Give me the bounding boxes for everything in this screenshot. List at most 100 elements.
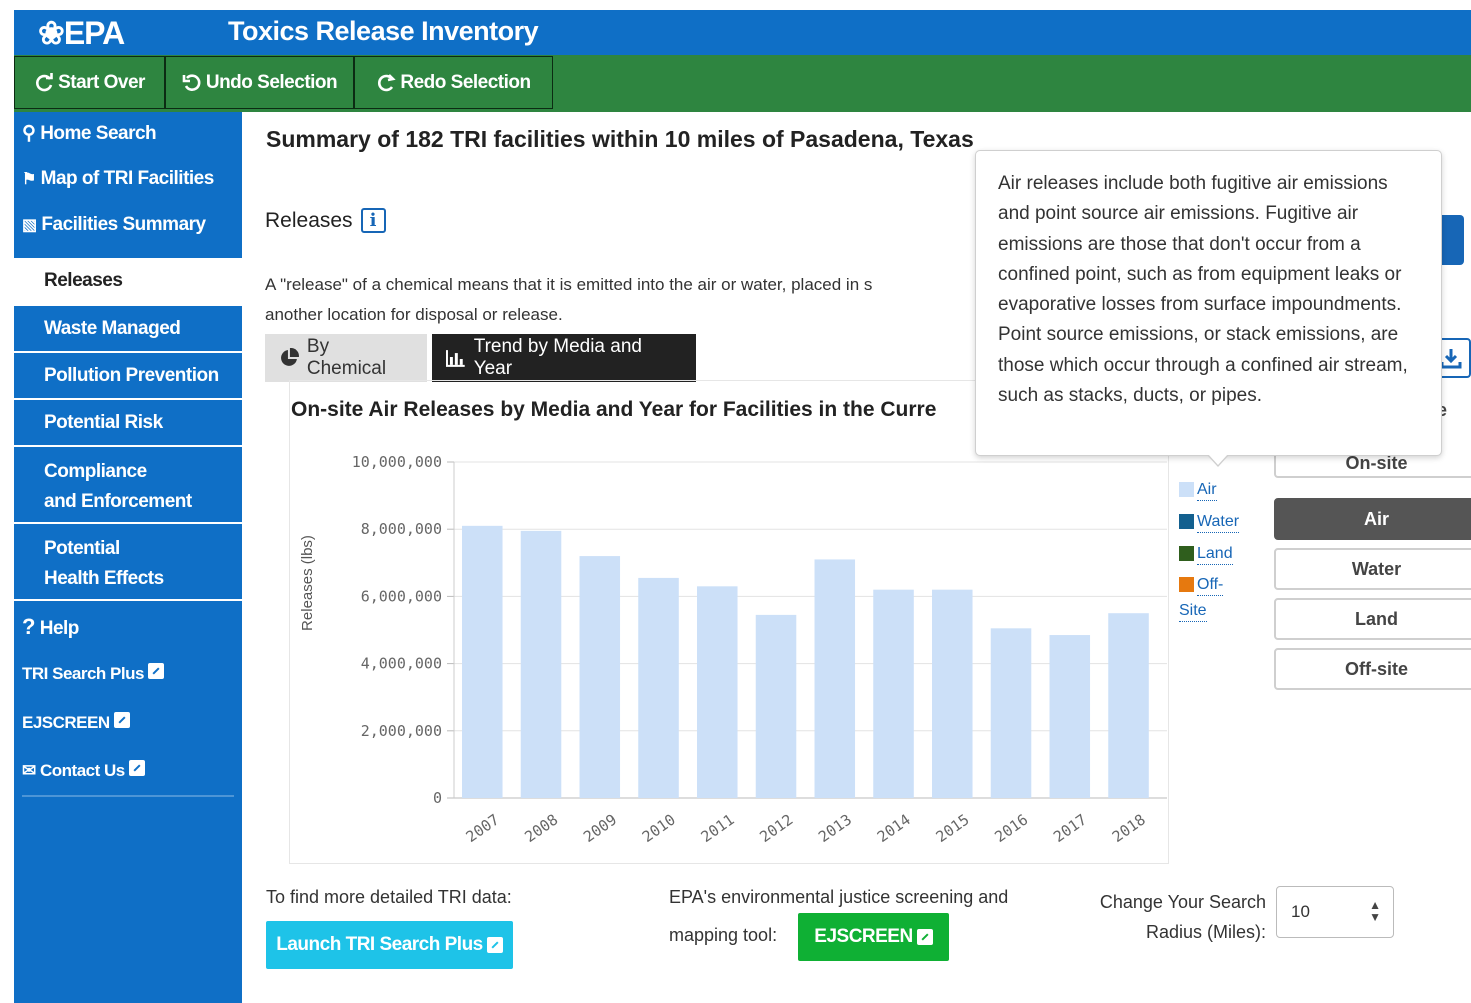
undo-label: Undo Selection <box>205 71 338 93</box>
app-frame: ❀EPA Toxics Release Inventory Start Over… <box>14 10 1471 1003</box>
sidebar-item-compliance[interactable]: Compliance and Enforcement <box>14 447 242 524</box>
number-spinner-icon[interactable]: ▲ ▼ <box>1369 899 1381 923</box>
refresh-icon <box>36 72 53 91</box>
y-tick-label: 10,000,000 <box>352 453 442 471</box>
water-button[interactable]: Water <box>1274 548 1471 590</box>
onsite-label: On-site <box>1345 453 1408 473</box>
redo-label: Redo Selection <box>400 71 531 93</box>
main-content: Summary of 182 TRI facilities within 10 … <box>242 112 1471 1003</box>
contact-label: Contact Us <box>39 761 125 780</box>
sidebar-item-releases[interactable]: Releases <box>14 258 242 306</box>
land-button[interactable]: Land <box>1274 598 1471 640</box>
toolbar: Start Over Undo Selection Redo Selection <box>14 55 1471 112</box>
legend-item-land[interactable]: Land <box>1179 544 1233 565</box>
top-header: ❀EPA Toxics Release Inventory <box>14 10 1471 55</box>
legend-item-offsite-2[interactable]: Site <box>1179 601 1207 622</box>
offsite-button[interactable]: Off-site <box>1274 648 1471 690</box>
air-label: Air <box>1363 508 1389 529</box>
epa-logo[interactable]: ❀EPA <box>38 14 125 52</box>
undo-selection-button[interactable]: Undo Selection <box>165 56 354 109</box>
legend-item-air[interactable]: Air <box>1179 480 1217 501</box>
bar-2018[interactable] <box>1108 613 1149 798</box>
x-tick-label: 2016 <box>991 811 1031 846</box>
bar-2008[interactable] <box>520 530 562 798</box>
external-link-icon <box>916 929 933 945</box>
y-tick-label: 2,000,000 <box>361 722 442 740</box>
x-tick-label: 2013 <box>815 811 855 846</box>
legend-swatch-offsite <box>1179 577 1194 592</box>
bar-2010[interactable] <box>638 577 679 798</box>
bar-2012[interactable] <box>755 614 797 798</box>
sidebar-item-health-effects[interactable]: Potential Health Effects <box>14 524 242 601</box>
launch-tri-search-plus-button[interactable]: Launch TRI Search Plus <box>266 921 513 969</box>
bar-2009[interactable] <box>579 556 621 798</box>
ejscreen-label: EJSCREEN <box>22 713 110 732</box>
y-tick-label: 8,000,000 <box>361 520 442 538</box>
y-tick-label: 0 <box>433 789 442 807</box>
sidebar-contact-us[interactable]: ✉ Contact Us <box>14 760 242 781</box>
pollution-prevention-label: Pollution Prevention <box>44 365 219 386</box>
sidebar-home-search[interactable]: ⚲ Home Search <box>14 122 242 145</box>
legend-swatch-water <box>1179 514 1194 529</box>
map-label: Map of TRI Facilities <box>40 168 215 189</box>
y-axis-label: Releases (lbs) <box>299 535 316 631</box>
sidebar-item-potential-risk[interactable]: Potential Risk <box>14 400 242 447</box>
bar-2017[interactable] <box>1049 635 1091 798</box>
x-tick-label: 2009 <box>580 811 620 846</box>
legend-label-land: Land <box>1197 544 1233 565</box>
search-radius-input[interactable]: 10 ▲ ▼ <box>1276 886 1394 938</box>
sidebar-item-pollution-prevention[interactable]: Pollution Prevention <box>14 353 242 400</box>
radius-value: 10 <box>1291 902 1310 921</box>
bar-2013[interactable] <box>814 559 856 798</box>
x-tick-label: 2015 <box>933 811 973 846</box>
radius-label-1: Change Your Search <box>1099 892 1266 912</box>
chart-title: On-site Air Releases by Media and Year f… <box>291 398 937 421</box>
ejscreen-button[interactable]: EJSCREEN <box>798 913 949 961</box>
start-over-label: Start Over <box>58 71 145 93</box>
x-tick-label: 2014 <box>874 811 914 846</box>
start-over-button[interactable]: Start Over <box>14 56 165 109</box>
sidebar-divider <box>22 795 234 797</box>
envelope-icon: ✉ <box>22 761 36 780</box>
external-link-icon <box>148 663 165 679</box>
bar-2016[interactable] <box>990 628 1032 798</box>
search-icon: ⚲ <box>22 123 36 144</box>
sidebar-tri-search-plus[interactable]: TRI Search Plus <box>14 663 242 684</box>
sidebar-help[interactable]: ? Help <box>14 614 242 640</box>
radius-label: Change Your Search Radius (Miles): <box>1091 887 1266 947</box>
legend-item-water[interactable]: Water <box>1179 512 1240 533</box>
undo-icon <box>182 73 201 91</box>
tooltip-arrow-fill <box>1208 454 1228 465</box>
sidebar-ejscreen[interactable]: EJSCREEN <box>14 712 242 733</box>
x-tick-label: 2017 <box>1050 811 1090 846</box>
releases-label: Releases <box>44 270 123 291</box>
map-icon: ⚑ <box>22 171 36 188</box>
legend-swatch-land <box>1179 546 1194 561</box>
potential-risk-label: Potential Risk <box>44 412 163 433</box>
facilities-summary-label: Facilities Summary <box>41 214 206 235</box>
external-link-icon <box>128 760 145 776</box>
health-label-1: Potential <box>44 538 120 559</box>
sidebar-item-waste-managed[interactable]: Waste Managed <box>14 306 242 353</box>
bar-2007[interactable] <box>462 525 503 798</box>
water-label: Water <box>1351 558 1402 579</box>
ej-text-1: EPA's environmental justice screening an… <box>669 887 1009 907</box>
x-tick-label: 2008 <box>521 811 561 846</box>
external-link-icon <box>486 937 503 953</box>
sidebar-map[interactable]: ⚑ Map of TRI Facilities <box>14 168 242 190</box>
bar-2014[interactable] <box>873 589 914 798</box>
legend-label-air: Air <box>1197 480 1217 501</box>
compliance-label-1: Compliance <box>44 461 147 482</box>
redo-selection-button[interactable]: Redo Selection <box>354 56 553 109</box>
x-tick-label: 2007 <box>463 811 503 846</box>
x-tick-label: 2011 <box>698 811 738 846</box>
sidebar-facilities-summary[interactable]: ▧ Facilities Summary <box>14 214 242 236</box>
air-button[interactable]: Air <box>1274 498 1471 540</box>
bar-2011[interactable] <box>697 586 738 798</box>
bar-2015[interactable] <box>932 589 973 798</box>
legend-item-offsite[interactable]: Off- <box>1179 575 1224 596</box>
x-tick-label: 2010 <box>639 811 679 846</box>
redo-icon <box>378 73 397 91</box>
legend-label-offsite-1: Off- <box>1197 575 1224 596</box>
help-icon: ? <box>22 614 35 639</box>
